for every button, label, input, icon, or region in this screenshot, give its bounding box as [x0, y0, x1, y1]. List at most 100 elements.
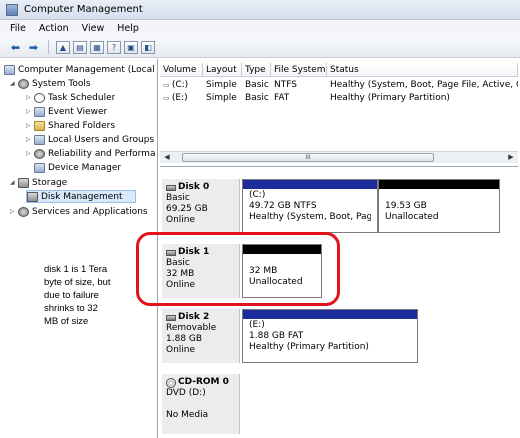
properties-icon[interactable]: ▦ [90, 40, 104, 54]
scroll-right-icon[interactable]: ▶ [506, 153, 516, 162]
primary-partition-bar [243, 180, 377, 189]
help-icon[interactable]: ? [107, 40, 121, 54]
performance-icon [34, 148, 45, 159]
disk-0-status: Online [166, 215, 196, 225]
type-cell: Basic [245, 93, 269, 103]
disk-management-icon [27, 191, 38, 202]
partition-e-label: (E:) [249, 320, 265, 330]
tree-task-scheduler-label: Task Scheduler [48, 92, 116, 103]
file-system-cell: NTFS [274, 80, 297, 90]
partition-e-size: 1.88 GB FAT [249, 331, 304, 341]
tree-item-disk-management[interactable]: Disk Management [26, 190, 136, 203]
partition-e-status: Healthy (Primary Partition) [249, 342, 369, 352]
cdrom-0-name: CD-ROM 0 [178, 377, 229, 387]
volume-list-header: Volume Layout Type File System Status [160, 63, 518, 77]
expanded-triangle-icon[interactable]: ◢ [10, 80, 18, 87]
collapsed-triangle-icon[interactable]: ▷ [26, 150, 34, 157]
tree-item-root[interactable]: Computer Management (Local [4, 63, 155, 76]
disk-view-icon[interactable]: ◧ [141, 40, 155, 54]
removable-disk-icon [166, 314, 176, 321]
disk-0-name: Disk 0 [178, 182, 210, 192]
scroll-left-icon[interactable]: ◀ [162, 153, 172, 162]
tree-item-shared-folders[interactable]: ▷ Shared Folders [26, 119, 115, 132]
annotation-highlight-circle [136, 232, 340, 306]
tree-item-task-scheduler[interactable]: ▷ Task Scheduler [26, 91, 115, 104]
tree-item-storage[interactable]: ◢ Storage [10, 176, 67, 189]
menu-file[interactable]: File [10, 23, 26, 34]
collapsed-triangle-icon[interactable]: ▷ [26, 94, 34, 101]
tree-item-local-users[interactable]: ▷ Local Users and Groups [26, 133, 154, 146]
title-bar: Computer Management [0, 0, 520, 20]
collapsed-triangle-icon[interactable]: ▷ [10, 208, 18, 215]
partition-c-status: Healthy (System, Boot, Page I [249, 212, 371, 222]
disk-2-status: Online [166, 345, 196, 355]
partition-e[interactable]: (E:) 1.88 GB FAT Healthy (Primary Partit… [242, 309, 418, 363]
window-title: Computer Management [24, 4, 143, 15]
collapsed-triangle-icon[interactable]: ▷ [26, 122, 34, 129]
column-header-file-system[interactable]: File System [271, 63, 327, 76]
partition-c-size: 49.72 GB NTFS [249, 201, 317, 211]
tree-item-reliability[interactable]: ▷ Reliability and Performa [26, 147, 155, 160]
disk-2-name: Disk 2 [178, 312, 210, 322]
tree-item-event-viewer[interactable]: ▷ Event Viewer [26, 105, 107, 118]
tree-item-system-tools[interactable]: ◢ System Tools [10, 77, 91, 90]
tree-storage-label: Storage [32, 177, 68, 188]
computer-management-icon [6, 3, 18, 16]
disk-2-size: 1.88 GB [166, 334, 203, 344]
menu-action[interactable]: Action [39, 23, 69, 34]
column-header-volume[interactable]: Volume [160, 63, 203, 76]
unallocated-bar [379, 180, 499, 189]
cdrom-0-label[interactable]: CD-ROM 0 DVD (D:) No Media [162, 374, 240, 434]
volume-cell: ▭ (E:) [163, 93, 188, 103]
collapsed-triangle-icon[interactable]: ▷ [26, 108, 34, 115]
tree-event-viewer-label: Event Viewer [48, 106, 108, 117]
table-row[interactable]: ▭ (C:) Simple Basic NTFS Healthy (System… [160, 79, 518, 91]
back-arrow-icon[interactable]: ⬅ [8, 40, 23, 55]
column-header-layout[interactable]: Layout [203, 63, 242, 76]
tree-local-users-label: Local Users and Groups [48, 134, 155, 145]
menu-bar: File Action View Help [0, 20, 520, 37]
storage-icon [18, 177, 29, 188]
tree-item-device-manager[interactable]: Device Manager [34, 161, 121, 174]
expanded-triangle-icon[interactable]: ◢ [10, 179, 18, 186]
disk-2-label[interactable]: Disk 2 Removable 1.88 GB Online [162, 309, 240, 363]
disk-0-unallocated-size: 19.53 GB [385, 201, 427, 211]
device-manager-icon [34, 162, 45, 173]
volume-cell: ▭ (C:) [163, 80, 189, 90]
tree-item-services[interactable]: ▷ Services and Applications [10, 205, 148, 218]
table-row[interactable]: ▭ (E:) Simple Basic FAT Healthy (Primary… [160, 92, 518, 104]
system-tools-icon [18, 78, 29, 89]
computer-icon [4, 64, 15, 75]
forward-arrow-icon[interactable]: ➡ [26, 40, 41, 55]
cdrom-0-status: No Media [166, 410, 209, 420]
menu-help[interactable]: Help [117, 23, 139, 34]
console-icon[interactable]: ▣ [124, 40, 138, 54]
show-hide-tree-icon[interactable]: ▤ [73, 40, 87, 54]
services-icon [18, 206, 29, 217]
menu-view[interactable]: View [82, 23, 105, 34]
partition-c[interactable]: (C:) 49.72 GB NTFS Healthy (System, Boot… [242, 179, 378, 233]
primary-partition-bar [243, 310, 417, 319]
disk-0-unallocated-status: Unallocated [385, 212, 439, 222]
status-cell: Healthy (System, Boot, Page File, Active… [330, 80, 518, 90]
tree-reliability-label: Reliability and Performa [48, 148, 156, 159]
clock-icon [34, 92, 45, 103]
column-header-status[interactable]: Status [327, 63, 518, 76]
volume-name: (C:) [171, 80, 189, 90]
tree-shared-folders-label: Shared Folders [48, 120, 116, 131]
disk-2-type: Removable [166, 323, 217, 333]
cdrom-0-type: DVD (D:) [166, 388, 206, 398]
tree-root-label: Computer Management (Local [18, 64, 155, 75]
tree-services-label: Services and Applications [32, 206, 148, 217]
layout-cell: Simple [206, 93, 237, 103]
horizontal-scrollbar[interactable]: ◀ III ▶ [160, 151, 518, 163]
disk-0-unallocated[interactable]: 19.53 GB Unallocated [378, 179, 500, 233]
up-folder-icon[interactable]: ▲ [56, 40, 70, 54]
column-header-type[interactable]: Type [242, 63, 271, 76]
scrollbar-thumb[interactable]: III [182, 153, 434, 162]
disk-0-label[interactable]: Disk 0 Basic 69.25 GB Online [162, 179, 240, 233]
status-cell: Healthy (Primary Partition) [330, 93, 450, 103]
disk-0-size: 69.25 GB [166, 204, 208, 214]
volume-name: (E:) [171, 93, 188, 103]
collapsed-triangle-icon[interactable]: ▷ [26, 136, 34, 143]
